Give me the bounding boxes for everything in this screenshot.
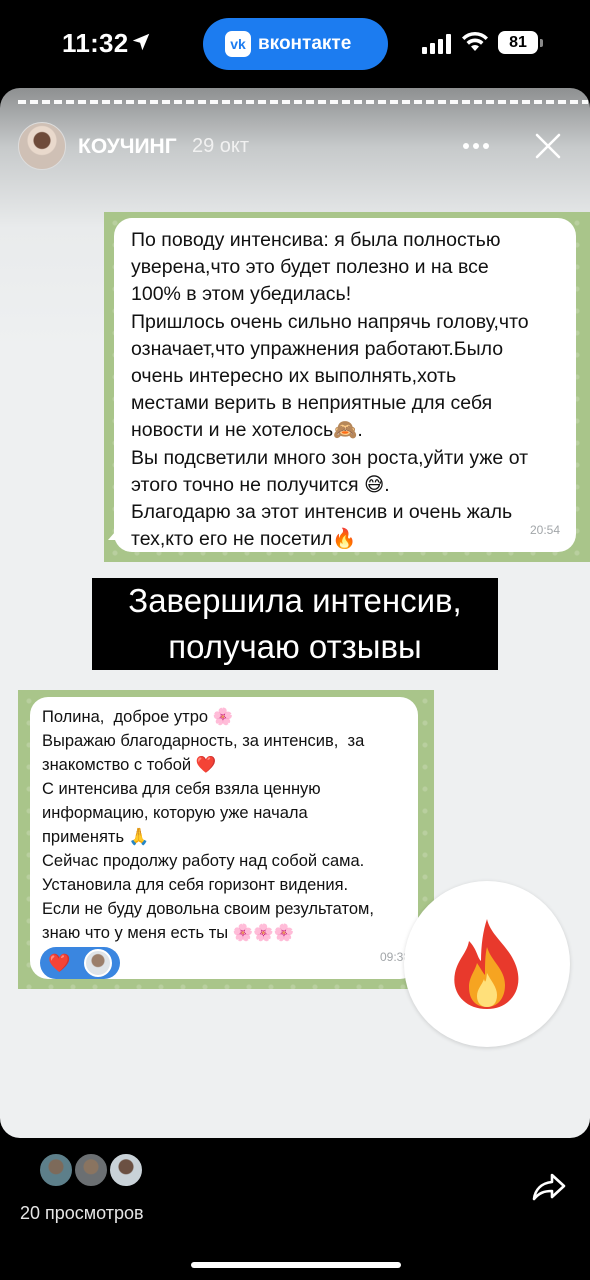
vk-app-label: вконтакте xyxy=(258,33,352,54)
heart-reaction-icon: ❤️ xyxy=(48,953,71,973)
viewers-avatars[interactable] xyxy=(38,1152,148,1190)
more-icon[interactable] xyxy=(462,142,490,150)
message-bubble-1: По поводу интенсива: я была полностью ув… xyxy=(114,218,576,552)
message-1-time: 20:54 xyxy=(529,522,560,537)
status-bar: 11:32 vk вконтакте 81 xyxy=(0,0,590,88)
reaction-avatar xyxy=(84,949,113,977)
viewer-avatar xyxy=(38,1152,74,1188)
story-viewer[interactable]: КОУЧИНГ 29 окт По поводу интенсива: я бы… xyxy=(0,88,590,1138)
vk-logo-icon: vk xyxy=(225,31,251,57)
share-icon[interactable] xyxy=(532,1172,566,1202)
views-count[interactable]: 20 просмотров xyxy=(20,1203,144,1224)
story-date: 29 окт xyxy=(192,135,250,157)
message-reactions: ❤️ xyxy=(40,947,120,979)
story-progress-bar xyxy=(18,100,588,104)
viewer-avatar xyxy=(108,1152,144,1188)
wifi-icon xyxy=(462,31,488,51)
battery-icon: 81 xyxy=(498,31,544,54)
location-arrow-icon xyxy=(132,33,150,51)
signal-icon xyxy=(422,34,451,54)
author-name[interactable]: КОУЧИНГ xyxy=(78,135,177,159)
fire-reaction-sticker[interactable] xyxy=(404,881,570,1047)
message-2-text: Полина, доброе утро 🌸 Выражаю благодарно… xyxy=(42,708,374,942)
vk-app-pill[interactable]: vk вконтакте xyxy=(203,18,388,70)
battery-level: 81 xyxy=(498,31,538,54)
home-indicator[interactable] xyxy=(191,1262,401,1268)
status-time: 11:32 xyxy=(62,28,129,58)
message-1-text: По поводу интенсива: я была полностью ув… xyxy=(131,229,529,551)
fire-icon xyxy=(454,919,519,1009)
viewer-avatar xyxy=(73,1152,109,1188)
story-header: КОУЧИНГ 29 окт xyxy=(18,122,578,170)
close-icon[interactable] xyxy=(534,132,562,160)
author-avatar[interactable] xyxy=(18,122,66,170)
story-caption-line-2: получаю отзывы xyxy=(92,624,498,670)
message-bubble-2: Полина, доброе утро 🌸 Выражаю благодарно… xyxy=(30,697,418,979)
story-caption-line-1: Завершила интенсив, xyxy=(92,578,498,624)
